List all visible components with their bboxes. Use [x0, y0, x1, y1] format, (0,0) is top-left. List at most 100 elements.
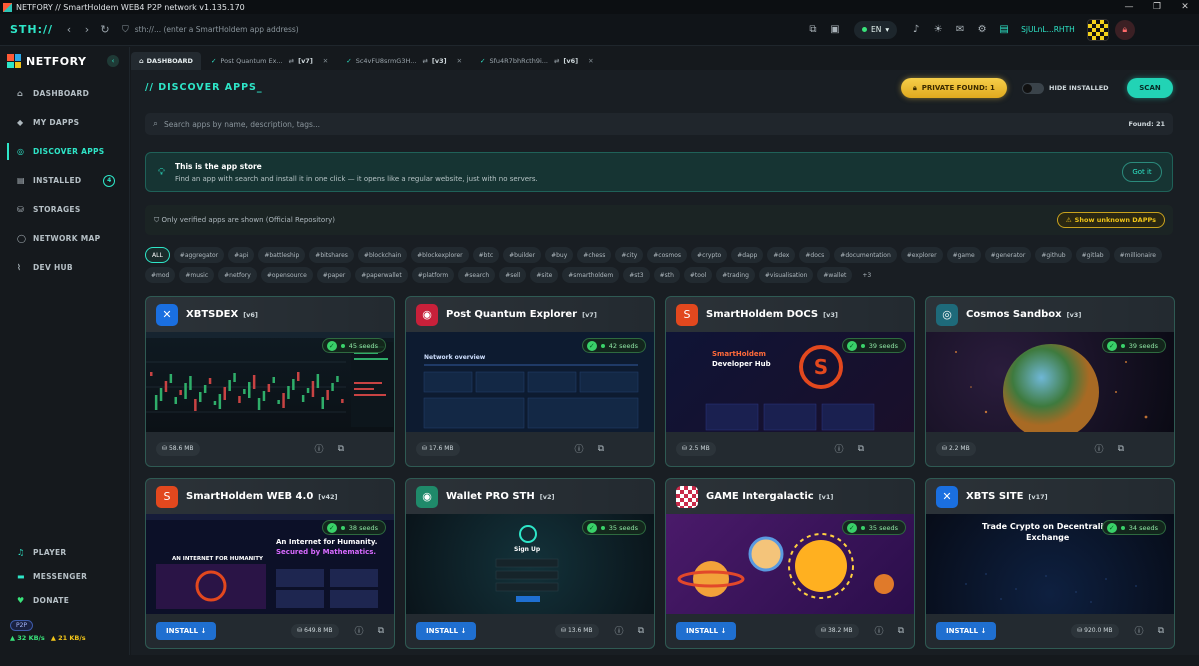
- copy-icon[interactable]: ⧉: [1118, 444, 1124, 454]
- sidebar-item-network-map[interactable]: ◯ NETWORK MAP: [0, 224, 129, 253]
- sidebar-item-my-dapps[interactable]: ◆ MY DAPPS: [0, 108, 129, 137]
- info-icon[interactable]: ⓘ: [355, 624, 364, 637]
- gear-icon[interactable]: ⚙: [971, 24, 993, 35]
- forward-icon[interactable]: ›: [78, 23, 96, 36]
- close-button[interactable]: ✕: [1171, 0, 1199, 14]
- reload-icon[interactable]: ↻: [96, 23, 114, 36]
- tag-chip[interactable]: #explorer: [900, 247, 943, 263]
- info-icon[interactable]: ⓘ: [315, 442, 324, 455]
- address-bar[interactable]: ⛉ sth://... (enter a SmartHoldem app add…: [122, 20, 802, 40]
- tag-chip[interactable]: #btc: [472, 247, 500, 263]
- sidebar-item-storages[interactable]: ⛁ STORAGES: [0, 195, 129, 224]
- tag-chip[interactable]: #sell: [499, 267, 527, 283]
- tag-chip[interactable]: #millionaire: [1113, 247, 1162, 263]
- copy-icon[interactable]: ⧉: [638, 626, 644, 636]
- tag-chip[interactable]: #trading: [716, 267, 755, 283]
- tag-chip[interactable]: #buy: [545, 247, 574, 263]
- app-card[interactable]: ◉ Post Quantum Explorer [v7] Network overv…: [405, 296, 655, 467]
- tag-chip[interactable]: #netfory: [218, 267, 257, 283]
- image-icon[interactable]: ▣: [824, 24, 846, 35]
- wallet-address[interactable]: SjULnL...RHTH: [1021, 25, 1075, 34]
- sidebar-item-installed[interactable]: ▤ INSTALLED 4: [0, 166, 129, 195]
- tag-chip[interactable]: #search: [458, 267, 496, 283]
- install-button[interactable]: INSTALL ↓: [416, 621, 477, 640]
- close-icon[interactable]: ✕: [323, 57, 328, 65]
- sidebar-item-player[interactable]: ♫ PLAYER: [0, 540, 130, 564]
- scan-button[interactable]: SCAN: [1127, 78, 1173, 98]
- tag-all[interactable]: ALL: [145, 247, 170, 263]
- sidebar-item-discover-apps[interactable]: ◎ DISCOVER APPS: [0, 137, 129, 166]
- info-icon[interactable]: ⓘ: [1095, 442, 1104, 455]
- tag-chip[interactable]: #dex: [767, 247, 796, 263]
- copy-icon[interactable]: ⧉: [858, 444, 864, 454]
- avatar[interactable]: [1086, 18, 1109, 41]
- sidebar-item-messenger[interactable]: ▬ MESSENGER: [0, 564, 130, 588]
- tag-chip[interactable]: #smartholdem: [562, 267, 620, 283]
- app-card[interactable]: S SmartHoldem WEB 4.0 [v42] AN INTERNET FO…: [145, 478, 395, 649]
- tab-sfu4[interactable]: ✓ Sfu4R7bhRcth9i... ⇄ [v6] ✕: [472, 52, 602, 70]
- got-it-button[interactable]: Got it: [1122, 162, 1162, 182]
- tag-chip[interactable]: #city: [615, 247, 644, 263]
- copy-icon[interactable]: ⧉: [1158, 626, 1164, 636]
- tag-chip[interactable]: #aggregator: [173, 247, 225, 263]
- sidebar-item-donate[interactable]: ♥ DONATE: [0, 588, 130, 612]
- tag-chip[interactable]: #paper: [316, 267, 352, 283]
- copy-icon[interactable]: ⧉: [338, 444, 344, 454]
- music-note-icon[interactable]: ♪: [905, 24, 927, 35]
- tag-chip[interactable]: #crypto: [691, 247, 728, 263]
- tag-chip[interactable]: #opensource: [260, 267, 313, 283]
- app-card[interactable]: ✕ XBTSDEX [v6] ✓ 45 seeds ⛁ 58.6 MB ⓘ ⧉: [145, 296, 395, 467]
- app-card[interactable]: ◉ Wallet PRO STH [v2] Sign Up ✓ 35 seeds IN…: [405, 478, 655, 649]
- tag-chip[interactable]: #builder: [503, 247, 542, 263]
- copy-icon[interactable]: ⧉: [598, 444, 604, 454]
- lock-icon[interactable]: 🔒︎: [1114, 19, 1135, 40]
- mail-icon[interactable]: ✉: [949, 24, 971, 35]
- tag-chip[interactable]: +3: [856, 267, 877, 283]
- tag-chip[interactable]: #dapp: [731, 247, 764, 263]
- close-icon[interactable]: ✕: [457, 57, 462, 65]
- copy-icon[interactable]: ⧉: [378, 626, 384, 636]
- tag-chip[interactable]: #api: [228, 247, 255, 263]
- tag-chip[interactable]: #wallet: [817, 267, 853, 283]
- app-card[interactable]: ✕ XBTS SITE [v17] Trade Crypto on Decentra…: [925, 478, 1175, 649]
- copy-icon[interactable]: ⧉: [802, 24, 824, 35]
- tab-post-quantum[interactable]: ✓ Post Quantum Ex... ⇄ [v7] ✕: [203, 52, 336, 70]
- copy-icon[interactable]: ⧉: [898, 626, 904, 636]
- tag-chip[interactable]: #st3: [623, 267, 650, 283]
- tag-chip[interactable]: #github: [1035, 247, 1072, 263]
- tag-chip[interactable]: #generator: [984, 247, 1032, 263]
- tag-chip[interactable]: #battleship: [258, 247, 306, 263]
- tag-chip[interactable]: #tool: [683, 267, 713, 283]
- minimize-button[interactable]: —: [1115, 0, 1143, 14]
- private-found-button[interactable]: 🔒︎ PRIVATE FOUND: 1: [901, 78, 1007, 98]
- search-input[interactable]: [164, 119, 1129, 129]
- install-button[interactable]: INSTALL ↓: [156, 621, 217, 640]
- install-button[interactable]: INSTALL ↓: [936, 621, 997, 640]
- hide-installed-toggle[interactable]: [1022, 83, 1044, 94]
- tag-chip[interactable]: #paperwallet: [355, 267, 408, 283]
- back-icon[interactable]: ‹: [60, 23, 78, 36]
- tag-chip[interactable]: #music: [179, 267, 215, 283]
- tag-chip[interactable]: #cosmos: [647, 247, 688, 263]
- tab-sc4v[interactable]: ✓ Sc4vFU8srmG3H... ⇄ [v3] ✕: [338, 52, 470, 70]
- tag-chip[interactable]: #game: [946, 247, 981, 263]
- sidebar-item-dashboard[interactable]: ⌂ DASHBOARD: [0, 79, 129, 108]
- tag-chip[interactable]: #mod: [145, 267, 176, 283]
- app-card[interactable]: GAME Intergalactic [v1] ✓ 35 seeds INSTALL…: [665, 478, 915, 649]
- language-selector[interactable]: EN ▾: [854, 20, 898, 39]
- sidebar-item-dev-hub[interactable]: ⌇ DEV HUB: [0, 253, 129, 282]
- tag-chip[interactable]: #blockchain: [357, 247, 408, 263]
- info-icon[interactable]: ⓘ: [835, 442, 844, 455]
- maximize-button[interactable]: ❐: [1143, 0, 1171, 14]
- tag-chip[interactable]: #visualisation: [758, 267, 814, 283]
- tag-chip[interactable]: #sth: [653, 267, 680, 283]
- show-unknown-dapps-button[interactable]: ⚠ Show unknown DAPPs: [1056, 212, 1165, 228]
- tab-dashboard[interactable]: ⌂ DASHBOARD: [131, 52, 201, 70]
- tag-chip[interactable]: #documentation: [834, 247, 897, 263]
- info-icon[interactable]: ⓘ: [575, 442, 584, 455]
- tag-chip[interactable]: #blockexplorer: [411, 247, 469, 263]
- info-icon[interactable]: ⓘ: [875, 624, 884, 637]
- info-icon[interactable]: ⓘ: [615, 624, 624, 637]
- tag-chip[interactable]: #gitlab: [1075, 247, 1110, 263]
- app-card[interactable]: ◎ Cosmos Sandbox [v3] ✓ 39 seeds ⛁ 2.2 MB ⓘ ⧉: [925, 296, 1175, 467]
